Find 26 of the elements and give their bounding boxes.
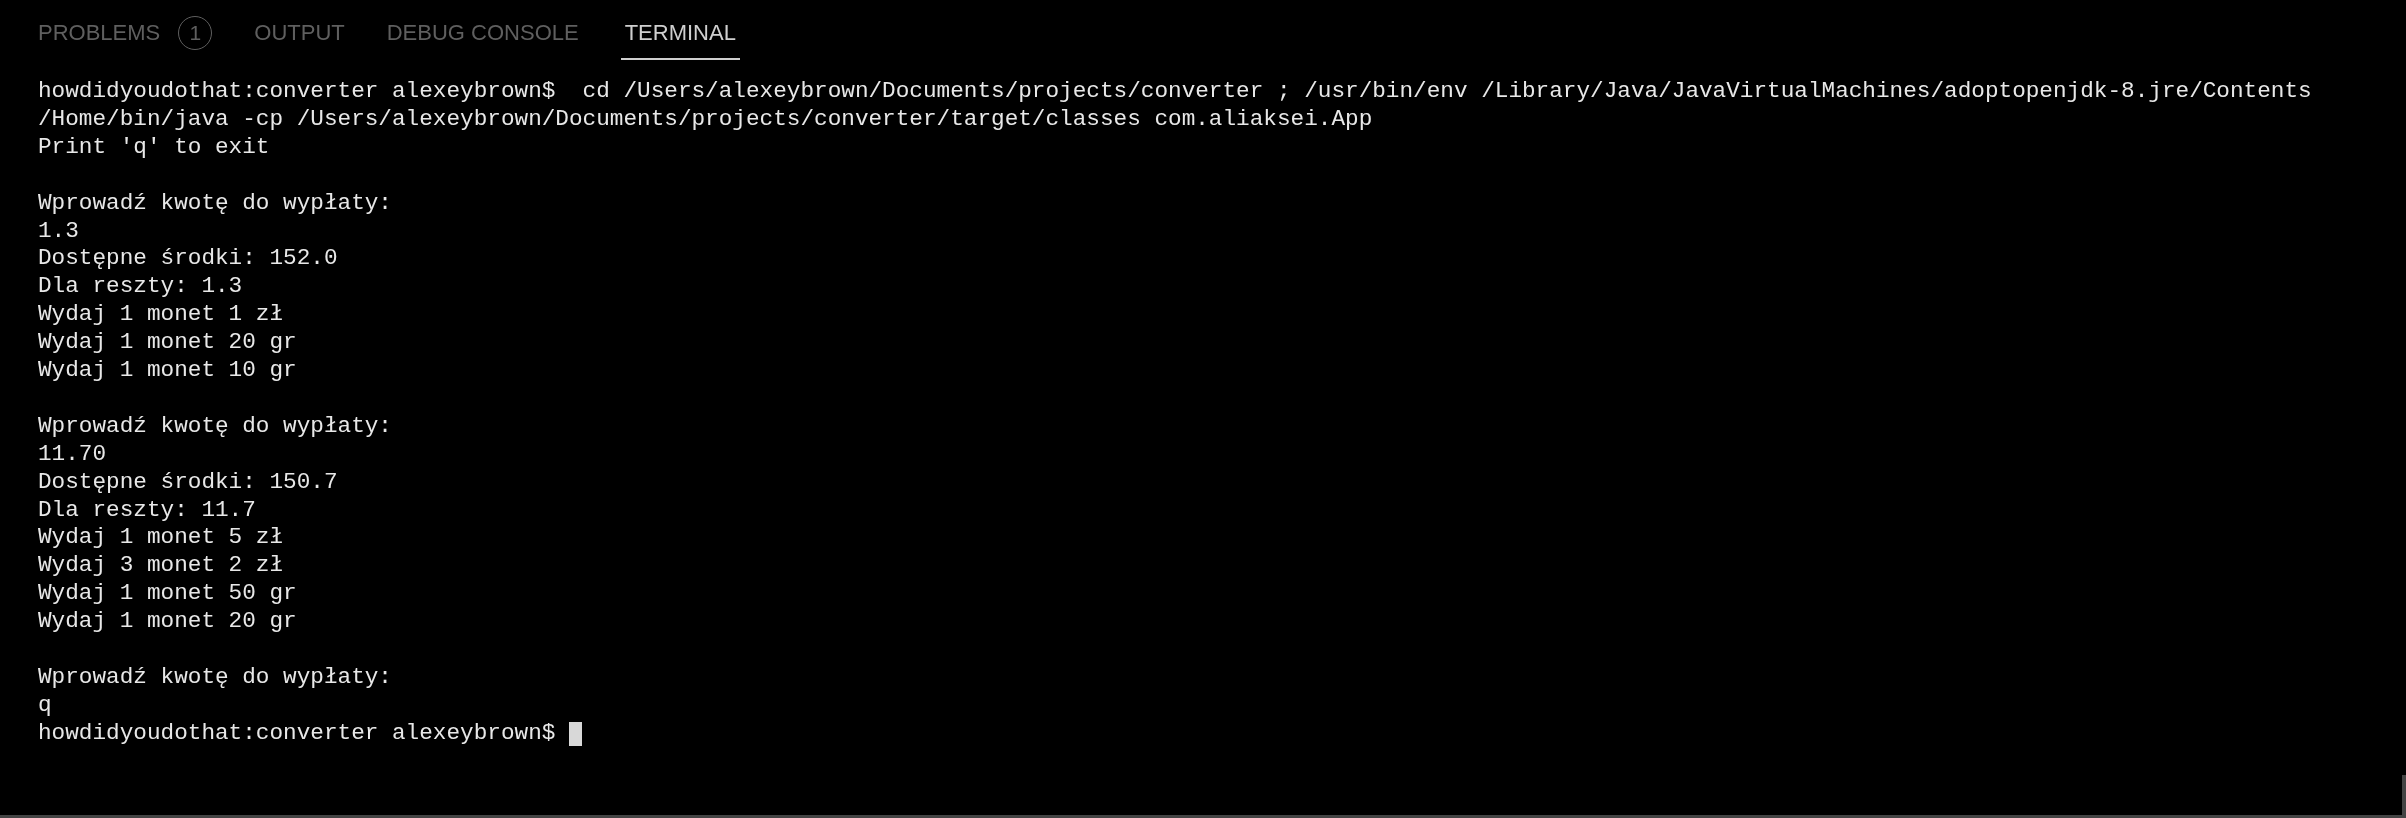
panel-tab[interactable]: OUTPUT	[254, 16, 349, 60]
terminal-line: Wydaj 3 monet 2 zł	[38, 552, 285, 581]
terminal-line: Wprowadź kwotę do wypłaty:	[38, 664, 393, 692]
panel-tab[interactable]: TERMINAL	[620, 16, 740, 60]
terminal-line: Wprowadź kwotę do wypłaty:	[38, 412, 393, 441]
panel-tab[interactable]: DEBUG CONSOLE	[386, 16, 583, 60]
terminal-line: Dla reszty: 11.7	[38, 496, 257, 525]
terminal-line: Wydaj 1 monet 50 gr	[38, 580, 298, 609]
panel-tab[interactable]: PROBLEMS 1	[38, 16, 217, 60]
terminal-line: 11.70	[38, 440, 108, 469]
terminal-line: Dla reszty: 1.3	[38, 273, 244, 302]
terminal-line: Wydaj 1 monet 10 gr	[38, 357, 298, 385]
terminal-line: Dostępne środki: 150.7	[38, 468, 339, 497]
terminal-line: Wydaj 1 monet 1 zł	[38, 301, 285, 330]
terminal-line: Wydaj 1 monet 5 zł	[38, 524, 285, 553]
terminal-line: /Home/bin/java -cp /Users/alexeybrown/Documents/projects/converter/target/classes com.aliaksei.App	[38, 105, 1374, 134]
terminal-line: 1.3	[38, 217, 80, 246]
terminal-line: howdidyoudothat:converter alexeybrown$ cd /Users/alexeybrown/Documents/projects/converter ; /usr/bin/env /Library/Java/JavaVirtualMachines/adoptopenjdk-8.jre/Contents	[38, 78, 2313, 106]
scrollbar[interactable]	[2402, 775, 2406, 815]
terminal-line: Print 'q' to exit	[38, 133, 271, 162]
terminal-line: Wydaj 1 monet 20 gr	[38, 608, 298, 637]
terminal-line: Wprowadź kwotę do wypłaty:	[38, 189, 393, 218]
terminal-line: howdidyoudothat:converter alexeybrown$	[38, 719, 556, 748]
terminal-line: Dostępne środki: 152.0	[38, 245, 339, 274]
terminal-line: Wydaj 1 monet 20 gr	[38, 329, 298, 358]
terminal-line: q	[38, 691, 53, 720]
